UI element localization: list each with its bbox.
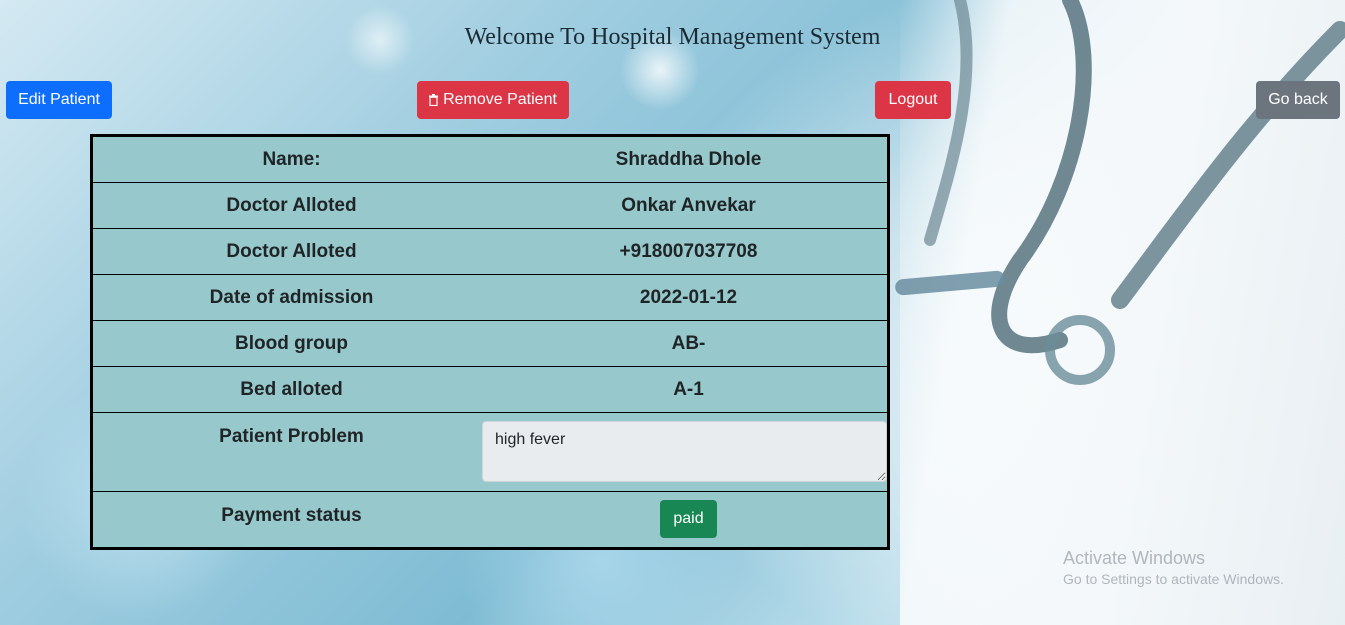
patient-problem-textarea[interactable]: high fever <box>482 421 887 482</box>
payment-status-badge[interactable]: paid <box>660 500 717 538</box>
row-value: A-1 <box>673 378 704 400</box>
table-row: Doctor Alloted Onkar Anvekar <box>93 183 887 229</box>
row-label: Name: <box>262 148 321 170</box>
go-back-button[interactable]: Go back <box>1256 81 1340 119</box>
table-row: Bed alloted A-1 <box>93 367 887 413</box>
row-value: AB- <box>671 332 706 354</box>
row-label: Bed alloted <box>240 378 343 400</box>
row-value: Onkar Anvekar <box>621 194 756 216</box>
patient-details-table: Name: Shraddha Dhole Doctor Alloted Onka… <box>90 134 890 550</box>
go-back-label: Go back <box>1268 91 1328 108</box>
remove-patient-button[interactable]: Remove Patient <box>417 81 569 119</box>
activate-windows-watermark: Activate Windows Go to Settings to activ… <box>1063 548 1284 587</box>
trash-icon <box>429 94 439 106</box>
row-value: Shraddha Dhole <box>615 148 762 170</box>
table-row: Blood group AB- <box>93 321 887 367</box>
row-value: +918007037708 <box>619 240 758 262</box>
remove-patient-label: Remove Patient <box>443 91 557 108</box>
edit-patient-button[interactable]: Edit Patient <box>6 81 112 119</box>
logout-label: Logout <box>888 91 938 108</box>
payment-status-cell: paid <box>490 492 887 547</box>
row-label: Date of admission <box>209 286 374 308</box>
table-row-payment: Payment status paid <box>93 492 887 547</box>
edit-patient-label: Edit Patient <box>18 91 100 108</box>
row-label: Blood group <box>235 332 348 354</box>
row-value: 2022-01-12 <box>639 286 738 308</box>
patient-problem-label: Patient Problem <box>219 426 364 447</box>
row-label: Doctor Alloted <box>226 240 357 262</box>
table-row: Date of admission 2022-01-12 <box>93 275 887 321</box>
page-title: Welcome To Hospital Management System <box>464 24 881 50</box>
payment-status-label: Payment status <box>221 505 362 526</box>
logout-button[interactable]: Logout <box>875 81 951 119</box>
table-row: Doctor Alloted +918007037708 <box>93 229 887 275</box>
row-label: Doctor Alloted <box>226 194 357 216</box>
table-row: Name: Shraddha Dhole <box>93 137 887 183</box>
watermark-line1: Activate Windows <box>1063 548 1206 568</box>
patient-problem-cell: high fever <box>482 413 887 491</box>
watermark-line2: Go to Settings to activate Windows. <box>1063 571 1284 587</box>
table-row-problem: Patient Problem high fever <box>93 413 887 492</box>
